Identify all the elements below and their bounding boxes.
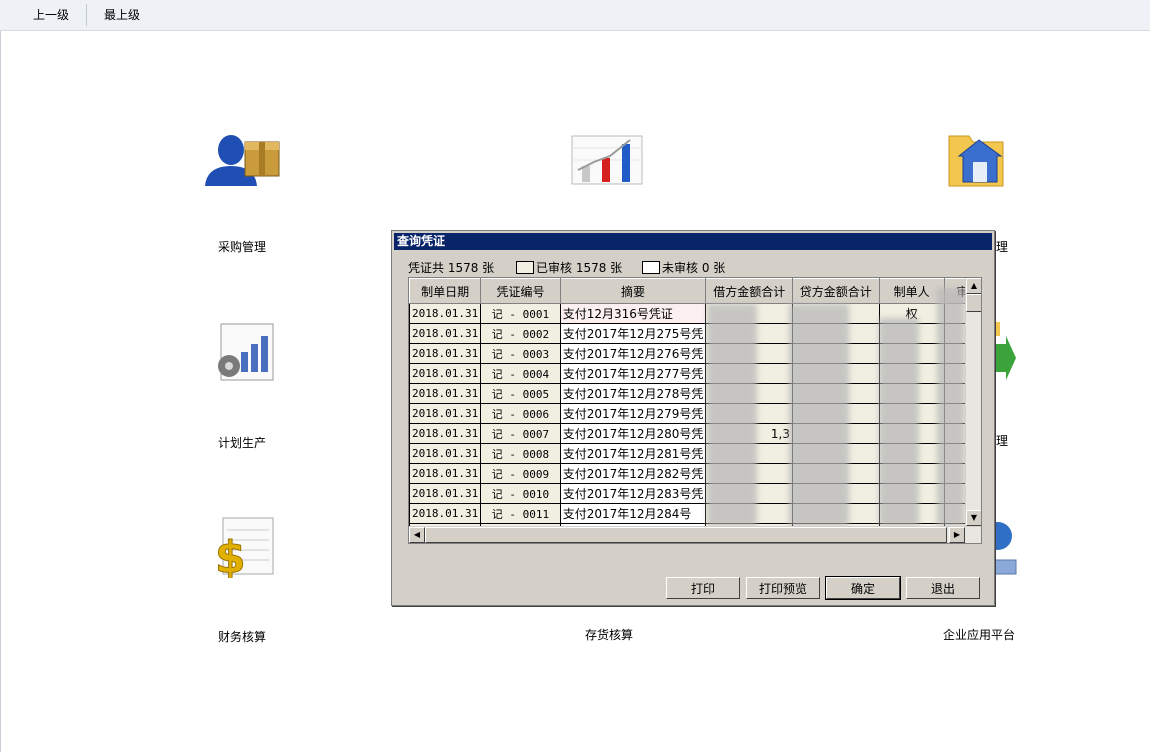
module-icon-edge — [994, 322, 1000, 336]
module-label-partial: 理 — [996, 434, 1009, 448]
row-summary: 支付12月316号凭证 — [559, 303, 707, 324]
row-summary: 支付2017年12月284号 — [559, 503, 707, 524]
arrow-right-icon — [994, 336, 1016, 380]
left-border — [0, 31, 1, 752]
row-voucher-no: 记 - 0001 — [480, 303, 561, 324]
enterprise-platform-icon — [994, 522, 1017, 575]
row-voucher-no: 记 - 0009 — [480, 463, 561, 484]
print-button[interactable]: 打印 — [666, 577, 740, 599]
purchase-manager-icon — [205, 135, 280, 186]
query-voucher-dialog: 查询凭证 凭证共 1578 张 已审核 1578 张 未审核 0 张 制单日期 … — [391, 230, 995, 606]
nav-separator — [86, 4, 87, 26]
col-maker[interactable]: 制单人 — [878, 278, 945, 304]
row-voucher-no: 记 - 0007 — [480, 423, 561, 444]
row-date: 2018.01.31 — [409, 303, 482, 324]
row-voucher-no: 记 - 0003 — [480, 343, 561, 364]
module-finance[interactable]: $ 财务核算 — [182, 516, 302, 645]
voucher-grid[interactable]: 制单日期 凭证编号 摘要 借方金额合计 贷方金额合计 制单人 审 2018.01… — [408, 277, 982, 544]
col-date[interactable]: 制单日期 — [409, 278, 482, 304]
row-voucher-no: 记 - 0006 — [480, 403, 561, 424]
row-voucher-no: 记 - 0005 — [480, 383, 561, 404]
production-planning-icon — [218, 323, 274, 381]
row-voucher-no: 记 - 0011 — [480, 503, 561, 524]
module-report[interactable] — [548, 130, 668, 188]
col-summary[interactable]: 摘要 — [559, 278, 707, 304]
module-warehouse[interactable] — [918, 126, 1038, 190]
bar-chart-icon — [571, 135, 643, 185]
print-preview-button[interactable]: 打印预览 — [746, 577, 820, 599]
ok-button[interactable]: 确定 — [825, 576, 901, 600]
row-voucher-no: 记 - 0002 — [480, 323, 561, 344]
module-purchase[interactable]: 采购管理 — [182, 130, 302, 255]
row-date: 2018.01.31 — [409, 363, 482, 384]
scroll-left-icon[interactable]: ◀ — [409, 527, 425, 543]
unapproved-swatch — [642, 261, 660, 274]
redacted-area — [937, 288, 965, 526]
row-date: 2018.01.31 — [409, 323, 482, 344]
row-date: 2018.01.31 — [409, 483, 482, 504]
dialog-title: 查询凭证 — [394, 233, 992, 250]
row-summary: 支付2017年12月277号凭 — [559, 363, 707, 384]
module-production[interactable]: 计划生产 — [182, 322, 302, 451]
row-date: 2018.01.31 — [409, 463, 482, 484]
module-label-partial: 理 — [996, 240, 1009, 254]
row-summary: 支付2017年12月281号凭 — [559, 443, 707, 464]
approved-count: 已审核 1578 张 — [536, 261, 623, 275]
row-date: 2018.01.31 — [409, 383, 482, 404]
scroll-up-icon[interactable]: ▲ — [966, 278, 981, 294]
scroll-thumb[interactable] — [966, 294, 981, 312]
module-label: 财务核算 — [217, 630, 266, 644]
scroll-right-icon[interactable]: ▶ — [949, 527, 965, 543]
approved-swatch — [516, 261, 534, 274]
row-summary: 支付2017年12月280号凭 — [559, 423, 707, 444]
module-label: 采购管理 — [217, 240, 266, 254]
col-voucher-no[interactable]: 凭证编号 — [480, 278, 561, 304]
folder-house-icon — [948, 135, 1004, 187]
unapproved-count: 未审核 0 张 — [662, 261, 726, 275]
row-summary: 支付2017年12月279号凭 — [559, 403, 707, 424]
scroll-down-icon[interactable]: ▼ — [966, 510, 981, 526]
row-voucher-no: 记 - 0008 — [480, 443, 561, 464]
table-header: 制单日期 凭证编号 摘要 借方金额合计 贷方金额合计 制单人 审 — [409, 278, 981, 304]
exit-button[interactable]: 退出 — [906, 577, 980, 599]
module-inventory-label[interactable]: 存货核算 — [585, 626, 633, 643]
col-credit-total[interactable]: 贷方金额合计 — [792, 278, 880, 304]
redacted-area — [879, 318, 919, 526]
col-debit-total[interactable]: 借方金额合计 — [705, 278, 793, 304]
row-summary: 支付2017年12月278号凭 — [559, 383, 707, 404]
row-date: 2018.01.31 — [409, 403, 482, 424]
horizontal-scrollbar[interactable]: ◀ ▶ — [409, 526, 981, 543]
hscroll-thumb[interactable] — [425, 527, 947, 543]
row-voucher-no: 记 - 0010 — [480, 483, 561, 504]
redacted-area — [707, 304, 757, 526]
row-summary: 支付2017年12月275号凭 — [559, 323, 707, 344]
top-nav-bar: 上一级 最上级 — [0, 0, 1150, 31]
row-summary: 支付2017年12月282号凭 — [559, 463, 707, 484]
nav-up-button[interactable]: 上一级 — [33, 0, 69, 30]
finance-dollar-icon: $ — [215, 517, 274, 578]
module-label: 计划生产 — [217, 436, 266, 450]
total-count: 凭证共 1578 张 — [408, 261, 495, 275]
svg-text:$: $ — [215, 532, 246, 578]
row-date: 2018.01.31 — [409, 423, 482, 444]
nav-top-button[interactable]: 最上级 — [104, 0, 140, 30]
row-voucher-no: 记 - 0004 — [480, 363, 561, 384]
row-date: 2018.01.31 — [409, 343, 482, 364]
row-summary: 支付2017年12月283号凭 — [559, 483, 707, 504]
vertical-scrollbar[interactable]: ▲ ▼ — [965, 278, 981, 526]
row-date: 2018.01.31 — [409, 443, 482, 464]
row-date: 2018.01.31 — [409, 503, 482, 524]
redacted-area — [789, 304, 849, 526]
module-enterprise-label[interactable]: 企业应用平台 — [943, 626, 1015, 643]
row-summary: 支付2017年12月276号凭 — [559, 343, 707, 364]
